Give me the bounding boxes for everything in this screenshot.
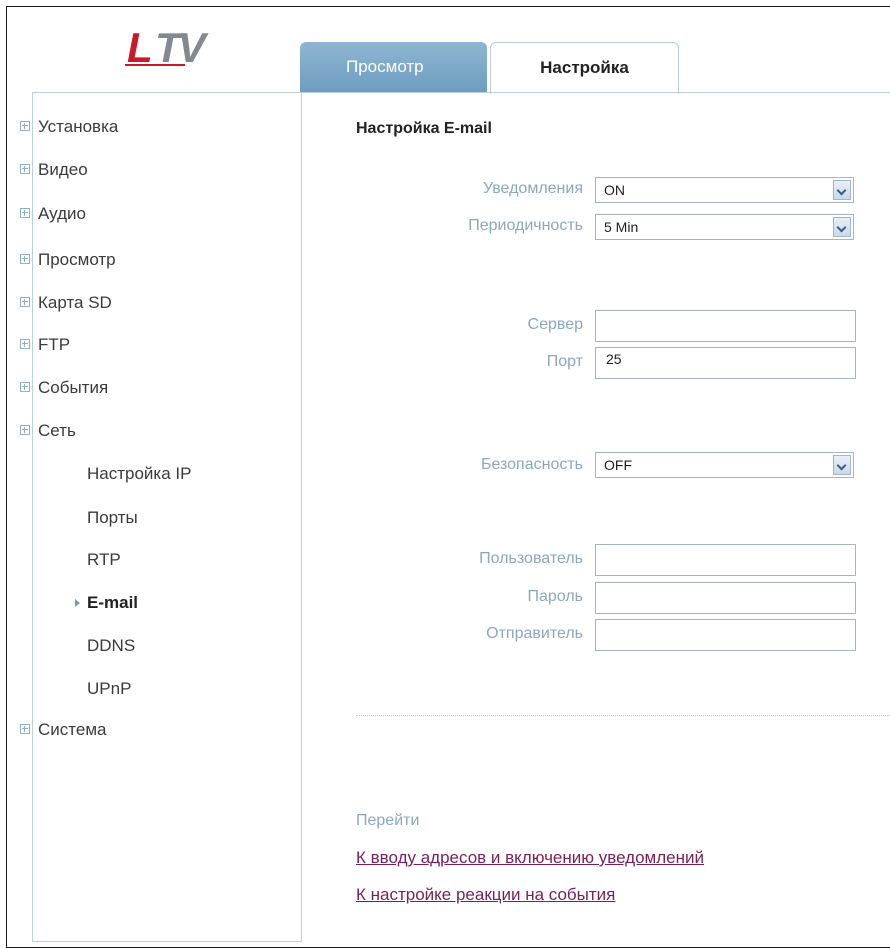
page-title: Настройка E-mail	[356, 120, 492, 137]
chevron-down-icon[interactable]	[833, 217, 851, 237]
password-input[interactable]	[595, 582, 856, 614]
notifications-value: ON	[604, 182, 625, 198]
sidebar-item-events[interactable]: События	[20, 378, 108, 404]
tab-view[interactable]: Просмотр	[300, 42, 487, 92]
tab-divider	[300, 92, 890, 93]
sidebar-item-audio[interactable]: Аудио	[20, 204, 86, 230]
sidebar-item-sd-card[interactable]: Карта SD	[20, 293, 112, 319]
security-select[interactable]: OFF	[595, 452, 854, 478]
active-arrow-icon	[75, 599, 80, 607]
notifications-select[interactable]: ON	[595, 177, 854, 203]
expand-icon	[20, 723, 30, 734]
sidebar-item-install[interactable]: Установка	[20, 117, 118, 143]
sidebar-item-label: Видео	[38, 160, 88, 179]
chevron-down-icon[interactable]	[833, 180, 851, 200]
sidebar-subitem-ports[interactable]: Порты	[87, 508, 138, 528]
user-label: Пользователь	[479, 550, 583, 567]
sidebar-item-label: Просмотр	[38, 250, 116, 269]
sender-label: Отправитель	[486, 625, 583, 642]
sidebar-subitem-label: DDNS	[87, 636, 136, 655]
ltv-logo: L TV	[125, 24, 212, 68]
sidebar-item-network[interactable]: Сеть	[20, 421, 76, 447]
sidebar-item-label: Система	[38, 720, 107, 739]
user-input[interactable]	[595, 544, 856, 576]
expand-icon	[20, 120, 30, 131]
expand-icon	[20, 381, 30, 392]
tab-settings[interactable]: Настройка	[490, 42, 679, 94]
svg-text:TV: TV	[155, 24, 209, 68]
expand-icon	[20, 207, 30, 218]
expand-icon	[20, 338, 30, 349]
server-label: Сервер	[527, 316, 583, 333]
period-label: Периодичность	[468, 217, 583, 234]
sidebar-subitem-email[interactable]: E-mail	[75, 593, 139, 613]
sidebar-subitem-upnp[interactable]: UPnP	[87, 679, 131, 699]
sidebar-item-label: Аудио	[38, 204, 86, 223]
sidebar-subitem-label: Настройка IP	[87, 464, 192, 483]
expand-icon	[20, 253, 30, 264]
sidebar-subitem-label: RTP	[87, 550, 121, 569]
sidebar-item-video[interactable]: Видео	[20, 160, 88, 186]
svg-text:L: L	[127, 24, 151, 68]
period-value: 5 Min	[604, 219, 639, 235]
sidebar-item-view[interactable]: Просмотр	[20, 250, 116, 276]
period-select[interactable]: 5 Min	[595, 214, 854, 240]
tab-settings-label: Настройка	[540, 58, 629, 77]
sidebar-subitem-label: UPnP	[87, 679, 132, 698]
notifications-label: Уведомления	[482, 180, 583, 197]
security-label: Безопасность	[480, 456, 583, 473]
sidebar-item-label: Установка	[38, 117, 119, 136]
sidebar-subitem-ip-settings[interactable]: Настройка IP	[87, 464, 191, 484]
sidebar-item-label: Карта SD	[38, 293, 112, 312]
expand-icon	[20, 163, 30, 174]
sidebar-item-label: FTP	[38, 335, 71, 354]
tab-view-label: Просмотр	[346, 57, 424, 76]
sidebar-subitem-ddns[interactable]: DDNS	[87, 636, 135, 656]
sidebar-item-ftp[interactable]: FTP	[20, 335, 70, 361]
sidebar-subitem-rtp[interactable]: RTP	[87, 550, 121, 570]
security-value: OFF	[604, 457, 632, 473]
goto-label: Перейти	[356, 812, 420, 829]
server-input[interactable]	[595, 310, 856, 342]
port-value: 25	[606, 351, 622, 367]
link-event-reaction[interactable]: К настройке реакции на события	[356, 885, 615, 905]
port-input[interactable]: 25	[595, 347, 856, 379]
sender-input[interactable]	[595, 619, 856, 651]
password-label: Пароль	[527, 588, 583, 605]
port-label: Порт	[546, 353, 583, 370]
sidebar-item-label: Сеть	[38, 421, 76, 440]
expand-icon	[20, 424, 30, 435]
expand-icon	[20, 296, 30, 307]
sidebar-item-label: События	[38, 378, 109, 397]
link-address-notifications[interactable]: К вводу адресов и включению уведомлений	[356, 848, 704, 868]
chevron-down-icon[interactable]	[833, 455, 851, 475]
sidebar-subitem-label: Порты	[87, 508, 138, 527]
sidebar-subitem-label: E-mail	[87, 593, 139, 612]
divider	[356, 715, 890, 716]
sidebar-item-system[interactable]: Система	[20, 720, 106, 746]
